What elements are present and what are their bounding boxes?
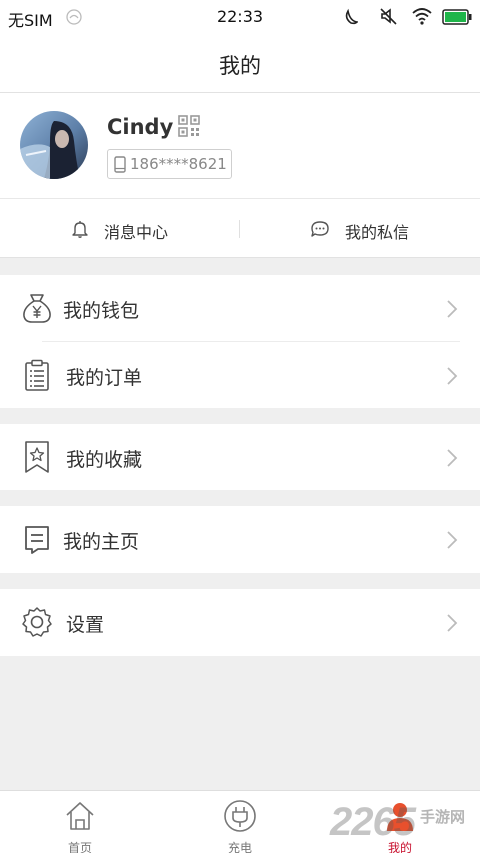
clock: 22:33 bbox=[216, 7, 264, 26]
menu-item-label: 我的订单 bbox=[66, 367, 143, 389]
page-card-icon bbox=[25, 526, 49, 554]
tab-label: 充电 bbox=[227, 841, 252, 853]
battery-icon bbox=[442, 9, 472, 25]
menu-group-favorites: 我的收藏 bbox=[0, 424, 480, 490]
title-bar: 我的 bbox=[0, 34, 480, 93]
bell-icon bbox=[72, 221, 88, 238]
clipboard-list-icon bbox=[25, 359, 49, 391]
wifi-icon bbox=[412, 8, 432, 25]
profile-card[interactable]: Cindy 186****8621 bbox=[0, 93, 480, 198]
message-center-label: 消息中心 bbox=[104, 223, 169, 242]
chevron-right-icon bbox=[447, 614, 458, 632]
gear-icon bbox=[22, 607, 52, 637]
menu-item-favorites[interactable]: 我的收藏 bbox=[0, 424, 480, 490]
qr-code-icon[interactable] bbox=[178, 115, 200, 137]
mute-icon bbox=[380, 8, 397, 25]
chevron-right-icon bbox=[447, 300, 458, 318]
menu-item-label: 设置 bbox=[66, 614, 105, 636]
charge-plug-icon bbox=[224, 800, 256, 832]
tab-label: 首页 bbox=[67, 841, 92, 853]
username: Cindy bbox=[107, 115, 174, 139]
do-not-disturb-icon bbox=[345, 8, 358, 25]
menu-item-homepage[interactable]: 我的主页 bbox=[0, 506, 480, 572]
phone-number: 186****8621 bbox=[130, 155, 227, 173]
phone-number-badge: 186****8621 bbox=[107, 149, 232, 179]
chevron-right-icon bbox=[447, 449, 458, 467]
chevron-right-icon bbox=[447, 531, 458, 549]
menu-item-label: 我的主页 bbox=[63, 531, 140, 553]
menu-item-wallet[interactable]: 我的钱包 bbox=[0, 275, 480, 341]
message-center-button[interactable]: 消息中心 bbox=[0, 199, 240, 259]
chat-bubble-icon bbox=[311, 221, 329, 237]
menu-item-settings[interactable]: 设置 bbox=[0, 589, 480, 655]
menu-group-account: 我的钱包 我的订单 bbox=[0, 275, 480, 408]
home-icon bbox=[66, 802, 94, 830]
tab-home[interactable]: 首页 bbox=[0, 791, 160, 853]
tab-charge[interactable]: 充电 bbox=[160, 791, 320, 853]
bookmark-star-icon bbox=[25, 441, 49, 473]
menu-group-settings: 设置 bbox=[0, 589, 480, 656]
avatar[interactable] bbox=[20, 111, 88, 179]
menu-item-orders[interactable]: 我的订单 bbox=[0, 342, 480, 408]
watermark-subtitle: 手游网 bbox=[420, 808, 466, 826]
message-row: 消息中心 我的私信 bbox=[0, 198, 480, 258]
menu-item-label: 我的收藏 bbox=[66, 449, 143, 471]
chevron-right-icon bbox=[447, 367, 458, 385]
private-message-label: 我的私信 bbox=[345, 223, 410, 242]
menu-item-label: 我的钱包 bbox=[63, 300, 140, 322]
menu-group-homepage: 我的主页 bbox=[0, 506, 480, 573]
phone-icon bbox=[114, 156, 126, 173]
page-title: 我的 bbox=[219, 54, 261, 78]
watermark-logo: 2265 bbox=[330, 800, 416, 844]
status-bar: 无SIM 22:33 bbox=[0, 0, 480, 34]
private-message-button[interactable]: 我的私信 bbox=[240, 199, 480, 259]
money-bag-icon bbox=[23, 294, 51, 323]
